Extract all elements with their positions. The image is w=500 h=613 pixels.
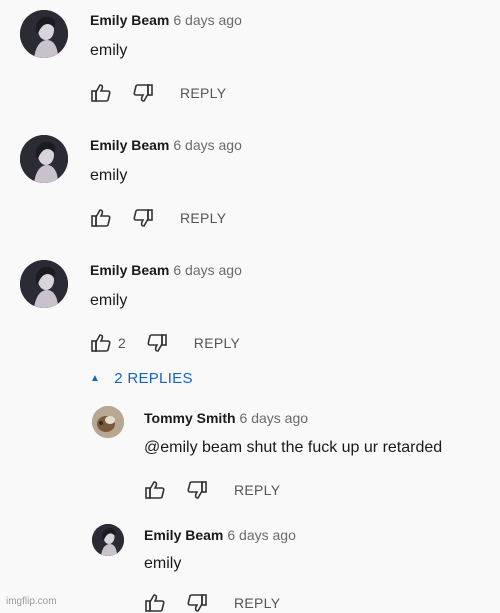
avatar[interactable] <box>92 406 124 438</box>
comment-actions: REPLY <box>90 82 226 104</box>
thumbs-down-icon[interactable] <box>186 592 208 613</box>
replies-toggle-label: 2 REPLIES <box>114 370 193 387</box>
thumbs-up-icon[interactable] <box>90 332 112 354</box>
avatar-image <box>92 524 124 556</box>
like-count: 2 <box>118 335 126 351</box>
avatar-image <box>20 135 68 183</box>
comment-text: emily <box>90 167 128 184</box>
comment-thread: Emily Beam 6 days ago emily REPLY Emily B… <box>0 0 500 613</box>
avatar-image <box>20 260 68 308</box>
comment-text: emily <box>90 42 128 59</box>
reply-header: Tommy Smith 6 days ago <box>144 410 308 428</box>
reply-button[interactable]: REPLY <box>180 210 226 226</box>
avatar[interactable] <box>92 524 124 556</box>
comment-text: emily <box>90 292 128 309</box>
thumbs-up-icon[interactable] <box>144 479 166 501</box>
reply-button[interactable]: REPLY <box>180 85 226 101</box>
author-name[interactable]: Emily Beam <box>90 137 169 153</box>
avatar[interactable] <box>20 260 68 308</box>
replies-toggle[interactable]: ▲ 2 REPLIES <box>90 370 193 387</box>
avatar[interactable] <box>20 10 68 58</box>
reply-text: emily <box>144 555 182 572</box>
thumbs-down-icon[interactable] <box>146 332 168 354</box>
caret-up-icon: ▲ <box>90 373 101 384</box>
reply-button[interactable]: REPLY <box>234 482 280 498</box>
thumbs-down-icon[interactable] <box>186 479 208 501</box>
comment-header: Emily Beam 6 days ago <box>90 137 242 155</box>
author-name[interactable]: Emily Beam <box>144 527 223 543</box>
thumbs-down-icon[interactable] <box>132 207 154 229</box>
thumbs-up-icon[interactable] <box>90 82 112 104</box>
watermark: imgflip.com <box>6 596 57 607</box>
thumbs-down-icon[interactable] <box>132 82 154 104</box>
timestamp[interactable]: 6 days ago <box>173 262 242 278</box>
comment-header: Emily Beam 6 days ago <box>90 12 242 30</box>
comment-header: Emily Beam 6 days ago <box>90 262 242 280</box>
timestamp[interactable]: 6 days ago <box>240 410 309 426</box>
avatar-image <box>20 10 68 58</box>
comment-actions: 2 REPLY <box>90 332 240 354</box>
author-name[interactable]: Emily Beam <box>90 12 169 28</box>
author-name[interactable]: Tommy Smith <box>144 410 236 426</box>
thumbs-up-icon[interactable] <box>90 207 112 229</box>
thumbs-up-icon[interactable] <box>144 592 166 613</box>
avatar[interactable] <box>20 135 68 183</box>
reply-header: Emily Beam 6 days ago <box>144 527 296 545</box>
reply-actions: REPLY <box>144 592 280 613</box>
reply-actions: REPLY <box>144 479 280 501</box>
reply-button[interactable]: REPLY <box>234 595 280 611</box>
timestamp[interactable]: 6 days ago <box>173 137 242 153</box>
avatar-image <box>92 406 124 438</box>
comment-actions: REPLY <box>90 207 226 229</box>
author-name[interactable]: Emily Beam <box>90 262 169 278</box>
timestamp[interactable]: 6 days ago <box>227 527 296 543</box>
reply-text: @emily beam shut the fuck up ur retarded <box>144 439 443 456</box>
reply-button[interactable]: REPLY <box>194 335 240 351</box>
timestamp[interactable]: 6 days ago <box>173 12 242 28</box>
